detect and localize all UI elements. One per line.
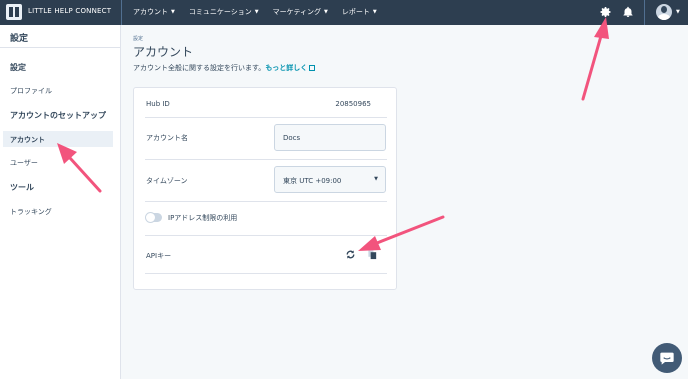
timezone-select[interactable]: 東京 UTC +09:00 ▼ — [274, 166, 386, 193]
nav-item-reports[interactable]: レポート ▼ — [342, 7, 377, 17]
chevron-down-icon: ▼ — [171, 9, 175, 15]
sidebar-item-account[interactable]: アカウント — [3, 131, 113, 147]
chat-icon — [660, 352, 674, 365]
copy-icon[interactable] — [367, 249, 378, 260]
timezone-label: タイムゾーン — [146, 177, 188, 185]
topbar-divider — [644, 0, 645, 25]
learn-more-link[interactable]: もっと詳しく — [265, 64, 307, 72]
row-divider — [145, 235, 387, 236]
sidebar-header: 設定 — [0, 25, 121, 48]
api-key-label: APIキー — [146, 252, 172, 260]
ip-restriction-label: IPアドレス制限の利用 — [168, 214, 238, 222]
sidebar-section-account-setup: アカウントのセットアップ — [10, 111, 106, 120]
page-title: アカウント — [133, 45, 194, 59]
nav-item-account[interactable]: アカウント ▼ — [133, 7, 175, 17]
timezone-value: 東京 UTC +09:00 — [283, 177, 342, 185]
app-title: LITTLE HELP CONNECT — [28, 7, 112, 15]
chat-widget-button[interactable] — [652, 343, 682, 373]
chevron-down-icon: ▼ — [324, 9, 328, 15]
sidebar-section-settings: 設定 — [10, 63, 26, 72]
description-text: アカウント全般に関する設定を行います。 — [133, 64, 266, 72]
breadcrumb[interactable]: 設定 — [133, 35, 143, 42]
annotation-arrow-settings — [581, 17, 609, 101]
settings-icon[interactable] — [600, 6, 612, 18]
row-divider — [145, 117, 387, 118]
top-navigation-bar: LITTLE HELP CONNECT アカウント ▼ コミュニケーション ▼ マー… — [0, 0, 688, 25]
bell-icon[interactable] — [622, 6, 634, 18]
ip-restriction-toggle[interactable] — [145, 212, 162, 223]
topbar-divider — [121, 0, 122, 25]
hub-id-value: 20850965 — [335, 100, 371, 108]
sidebar-item-users[interactable]: ユーザー — [0, 158, 121, 168]
row-divider — [145, 201, 387, 202]
main-nav: アカウント ▼ コミュニケーション ▼ マーケティング ▼ レポート ▼ — [133, 7, 391, 17]
sidebar-item-tracking[interactable]: トラッキング — [0, 207, 121, 217]
sidebar-item-profile[interactable]: プロファイル — [0, 86, 121, 96]
row-divider — [145, 159, 387, 160]
toggle-knob — [145, 212, 156, 223]
settings-sidebar: 設定 設定 プロファイル アカウントのセットアップ アカウント ユーザー ツール… — [0, 25, 121, 379]
nav-item-marketing[interactable]: マーケティング ▼ — [273, 7, 328, 17]
row-divider — [145, 273, 387, 274]
chevron-down-icon: ▼ — [254, 9, 259, 15]
company-logo[interactable] — [6, 4, 22, 20]
sidebar-section-tools: ツール — [10, 183, 34, 192]
account-name-input[interactable]: Docs — [274, 124, 386, 151]
refresh-icon[interactable] — [345, 249, 356, 260]
account-settings-card: Hub ID 20850965 アカウント名 Docs タイムゾーン 東京 UT… — [133, 87, 397, 290]
external-link-icon — [309, 65, 316, 71]
page-description: アカウント全般に関する設定を行います。もっと詳しく — [133, 63, 316, 73]
chevron-down-icon[interactable]: ▼ — [676, 9, 680, 15]
nav-item-communication[interactable]: コミュニケーション ▼ — [189, 7, 259, 17]
hub-id-label: Hub ID — [146, 100, 170, 108]
chevron-down-icon: ▼ — [372, 9, 377, 15]
sidebar-title: 設定 — [10, 34, 29, 44]
avatar[interactable] — [656, 4, 672, 20]
account-name-label: アカウント名 — [146, 134, 188, 142]
caret-down-icon: ▼ — [374, 176, 378, 182]
